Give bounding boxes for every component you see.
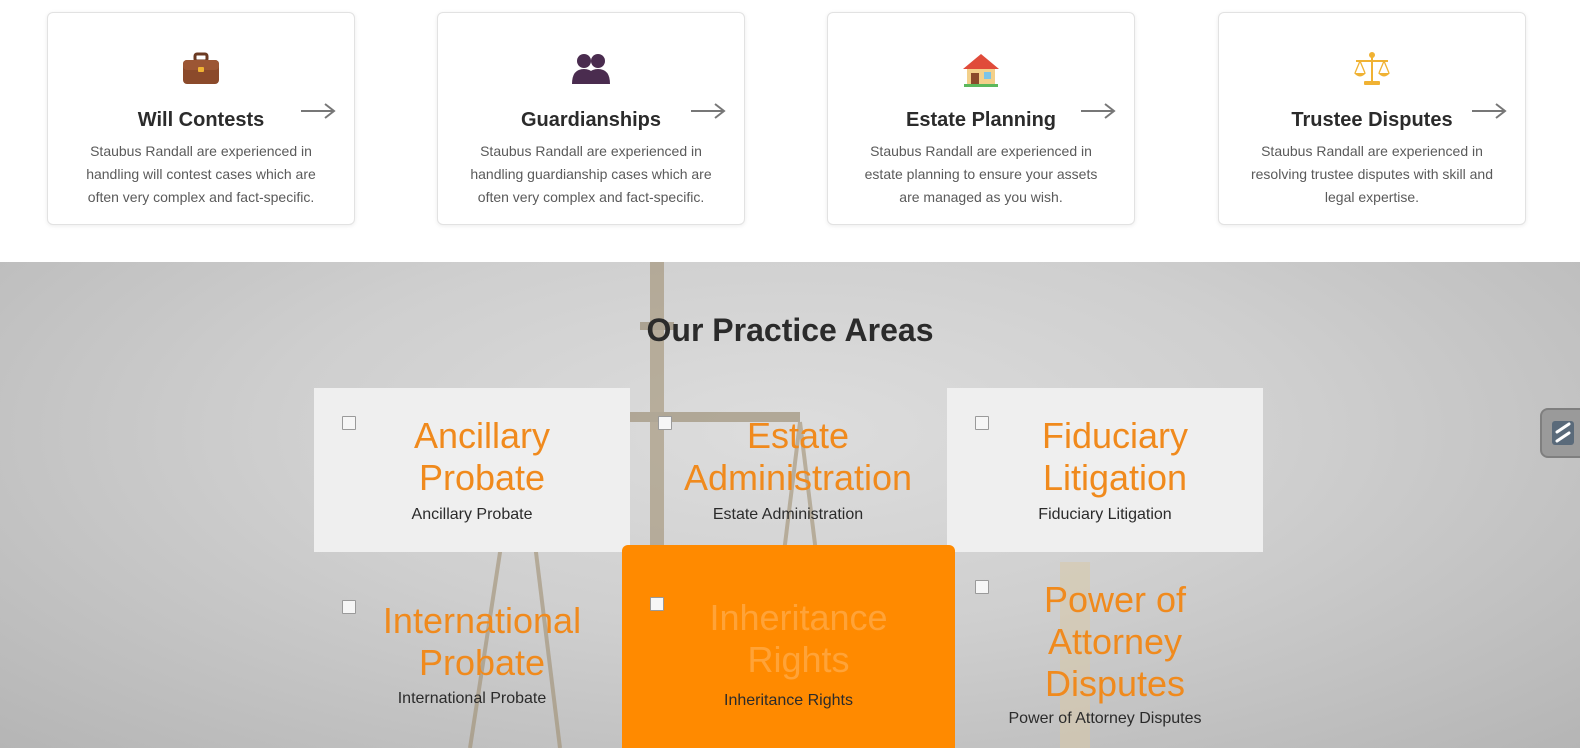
practice-area-ancillary-probate[interactable]: Ancillary Probate Ancillary Probate [314, 388, 630, 552]
house-icon [828, 49, 1134, 89]
service-card-estate-planning[interactable]: Estate Planning Staubus Randall are expe… [827, 12, 1135, 225]
practice-area-estate-administration[interactable]: Estate Administration Estate Administrat… [630, 388, 946, 552]
practice-area-title: Inheritance Rights [709, 597, 888, 680]
practice-area-title: Fiduciary Litigation [1041, 415, 1189, 498]
practice-area-title: Power of Attorney Disputes [1043, 579, 1187, 704]
section-heading: Our Practice Areas [646, 312, 934, 348]
practice-area-power-of-attorney-disputes[interactable]: Power of Attorney Disputes Power of Atto… [947, 552, 1263, 748]
practice-area-title: Ancillary Probate [413, 415, 551, 498]
service-card-guardianships[interactable]: Guardianships Staubus Randall are experi… [437, 12, 745, 225]
service-description: Staubus Randall are experienced in resol… [1250, 143, 1493, 205]
floating-widget-button[interactable] [1540, 408, 1580, 458]
practice-area-label: Fiduciary Litigation [1038, 506, 1172, 523]
practice-area-label: International Probate [397, 690, 547, 707]
practice-area-inheritance-rights[interactable]: Inheritance Rights Inheritance Rights [622, 545, 955, 748]
service-description: Staubus Randall are experienced in handl… [470, 143, 712, 205]
scales-icon [1219, 49, 1525, 89]
people-icon [438, 49, 744, 89]
service-description: Staubus Randall are experienced in handl… [86, 143, 316, 205]
practice-area-label: Inheritance Rights [724, 692, 853, 709]
arrow-right-icon[interactable] [690, 101, 726, 121]
service-card-will-contests[interactable]: Will Contests Staubus Randall are experi… [47, 12, 355, 225]
practice-area-label: Estate Administration [712, 506, 864, 523]
service-card-trustee-disputes[interactable]: Trustee Disputes Staubus Randall are exp… [1218, 12, 1526, 225]
arrow-right-icon[interactable] [1080, 101, 1116, 121]
arrow-right-icon[interactable] [1471, 101, 1507, 121]
practice-area-label: Power of Attorney Disputes [1008, 710, 1202, 727]
practice-area-international-probate[interactable]: International Probate International Prob… [314, 552, 630, 748]
practice-areas-section: Our Practice Areas Ancillary Probate Anc… [0, 262, 1580, 748]
practice-area-title: International Probate [382, 600, 582, 683]
practice-area-label: Ancillary Probate [411, 506, 533, 523]
arrow-right-icon[interactable] [300, 101, 336, 121]
practice-area-fiduciary-litigation[interactable]: Fiduciary Litigation Fiduciary Litigatio… [947, 388, 1263, 552]
service-description: Staubus Randall are experienced in estat… [864, 143, 1098, 205]
lightning-icon [1552, 421, 1574, 445]
practice-area-title: Estate Administration [683, 415, 913, 498]
services-section: Will Contests Staubus Randall are experi… [0, 0, 1580, 262]
briefcase-icon [48, 49, 354, 89]
